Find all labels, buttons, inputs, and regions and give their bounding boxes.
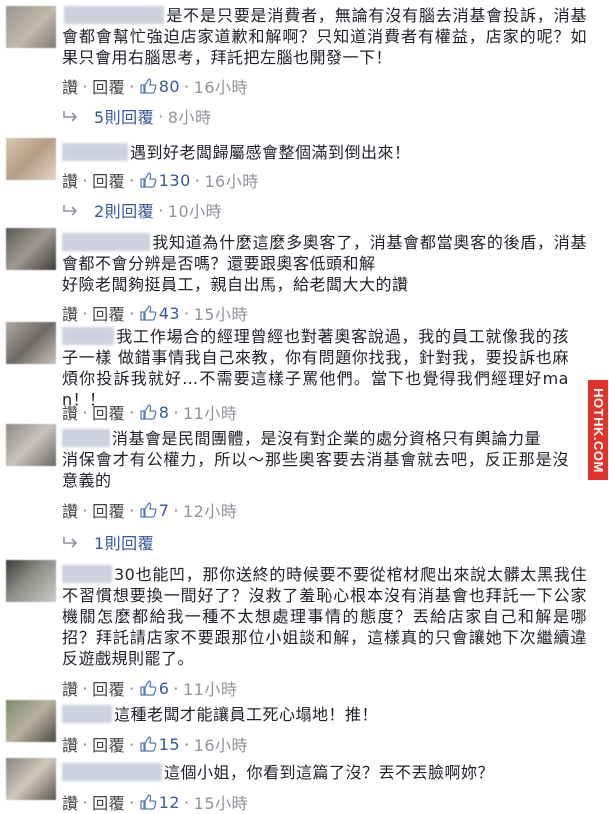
like-button[interactable]: 讚 [62, 676, 79, 700]
thumbs-up-icon [140, 736, 157, 752]
like-button[interactable]: 讚 [62, 301, 79, 325]
reply-button[interactable]: 回覆 [92, 732, 125, 756]
avatar[interactable] [6, 6, 56, 48]
comment-actions: 讚 · 回覆 · 7 · 12小時 [62, 498, 237, 522]
reply-button[interactable]: 回覆 [92, 498, 125, 522]
comment-text: 這個小姐，你看到這篇了沒？丟不丟臉啊妳？ [62, 762, 587, 783]
like-count[interactable]: 12 [159, 793, 180, 812]
comment-text-line2: 消保會才有公權力，所以～那些奧客要去消基會就去吧，反正那是沒意義的 [62, 450, 569, 490]
comment-actions: 讚 · 回覆 · 6 · 11小時 [62, 676, 237, 700]
avatar[interactable] [6, 560, 56, 602]
reply-timestamp: 10小時 [167, 202, 223, 221]
like-button[interactable]: 讚 [62, 790, 79, 814]
thumbs-up-icon [140, 794, 157, 810]
thumbs-up-icon [140, 680, 157, 696]
comment-actions: 讚 · 回覆 · 12 · 15小時 [62, 790, 248, 814]
comment-text: 我知道為什麼這麼多奧客了，消基會都當奧客的後盾，消基會都不會分辨是否嗎？還要跟奧… [62, 233, 587, 273]
like-count[interactable]: 6 [159, 679, 170, 698]
commenter-name[interactable] [64, 6, 164, 24]
commenter-name[interactable] [62, 233, 150, 251]
like-count[interactable]: 130 [159, 171, 191, 190]
timestamp[interactable]: 11小時 [183, 676, 237, 700]
view-replies-link[interactable]: 1則回覆 [94, 530, 154, 554]
avatar[interactable] [6, 758, 56, 800]
comment-text: 遇到好老闆歸屬感會整個滿到倒出來！ [62, 142, 587, 163]
like-button[interactable]: 讚 [62, 732, 79, 756]
watermark-text: HOTHK.COM [590, 387, 606, 473]
comment-actions: 讚 · 回覆 · 8 · 11小時 [62, 400, 237, 424]
view-replies-link[interactable]: 2則回覆 [94, 198, 154, 222]
thumbs-up-icon [140, 172, 157, 188]
reply-button[interactable]: 回覆 [92, 400, 125, 424]
comment-text: 30也能凹，那你送終的時候要不要從棺材爬出來說太髒太黑我住不習慣想要換一間好了？… [62, 565, 587, 668]
reply-arrow-icon [63, 537, 78, 548]
comment-text-line2: 好險老闆夠挺員工，親自出馬，給老闆大大的讚 [62, 275, 409, 294]
reply-button[interactable]: 回覆 [92, 74, 125, 98]
reply-button[interactable]: 回覆 [92, 168, 125, 192]
reply-summary[interactable]: 2則回覆 · 10小時 [62, 198, 222, 222]
avatar[interactable] [6, 138, 56, 180]
timestamp[interactable]: 12小時 [183, 498, 237, 522]
reply-summary[interactable]: 5則回覆 · 8小時 [62, 104, 211, 128]
thumbs-up-icon [140, 78, 157, 94]
reply-arrow-icon [63, 205, 78, 216]
comment-text: 是不是只要是消費者，無論有沒有腦去消基會投訴，消基會都會幫忙強迫店家道歉和解啊？… [62, 6, 587, 67]
like-count[interactable]: 43 [159, 304, 180, 323]
commenter-name[interactable] [62, 705, 112, 723]
comment-actions: 讚 · 回覆 · 15 · 16小時 [62, 732, 248, 756]
view-replies-link[interactable]: 5則回覆 [94, 104, 154, 128]
commenter-name[interactable] [62, 763, 162, 781]
comment-text: 消基會是民間團體，是沒有對企業的處分資格只有輿論力量 [62, 428, 569, 449]
timestamp[interactable]: 16小時 [194, 732, 248, 756]
thumbs-up-icon [140, 305, 157, 321]
reply-summary[interactable]: 1則回覆 [62, 530, 154, 554]
like-count[interactable]: 8 [159, 403, 170, 422]
comment-actions: 讚 · 回覆 · 130 · 16小時 [62, 168, 259, 192]
timestamp[interactable]: 15小時 [194, 790, 248, 814]
thumbs-up-icon [140, 502, 157, 518]
like-button[interactable]: 讚 [62, 498, 79, 522]
reply-timestamp: 8小時 [167, 108, 212, 127]
avatar[interactable] [6, 700, 56, 742]
comment-actions: 讚 · 回覆 · 43 · 15小時 [62, 301, 248, 325]
comment-actions: 讚 · 回覆 · 80 · 16小時 [62, 74, 248, 98]
commenter-name[interactable] [62, 327, 114, 345]
reply-button[interactable]: 回覆 [92, 676, 125, 700]
site-watermark: HOTHK.COM [588, 380, 608, 480]
like-count[interactable]: 15 [159, 735, 180, 754]
timestamp[interactable]: 15小時 [194, 301, 248, 325]
like-button[interactable]: 讚 [62, 400, 79, 424]
avatar[interactable] [6, 322, 56, 364]
avatar[interactable] [6, 228, 56, 270]
timestamp[interactable]: 16小時 [194, 74, 248, 98]
comment-text: 我工作場合的經理曾經也對著奧客說過，我的員工就像我的孩子一樣 做錯事情我自己來教… [62, 327, 569, 409]
reply-arrow-icon [63, 111, 78, 122]
like-button[interactable]: 讚 [62, 168, 79, 192]
timestamp[interactable]: 11小時 [183, 400, 237, 424]
commenter-name[interactable] [62, 429, 110, 447]
commenter-name[interactable] [62, 143, 128, 161]
like-button[interactable]: 讚 [62, 74, 79, 98]
commenter-name[interactable] [62, 565, 112, 583]
comment-text: 這種老闆才能讓員工死心塌地！推！ [62, 704, 587, 725]
timestamp[interactable]: 16小時 [204, 168, 258, 192]
avatar[interactable] [6, 424, 56, 466]
thumbs-up-icon [140, 404, 157, 420]
reply-button[interactable]: 回覆 [92, 301, 125, 325]
like-count[interactable]: 80 [159, 77, 180, 96]
reply-button[interactable]: 回覆 [92, 790, 125, 814]
like-count[interactable]: 7 [159, 501, 170, 520]
